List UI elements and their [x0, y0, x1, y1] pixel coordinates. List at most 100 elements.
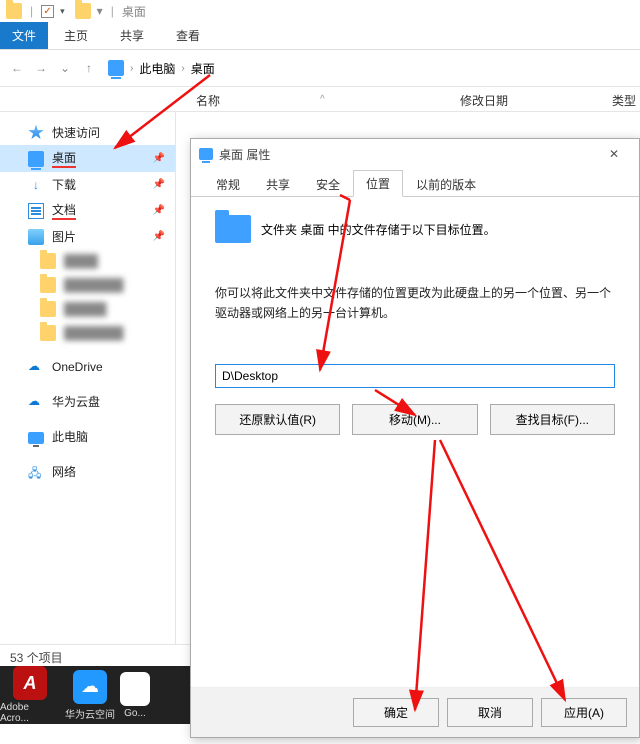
pin-icon: 📌 [153, 153, 165, 164]
breadcrumb-leaf[interactable]: 桌面 [191, 60, 215, 77]
dialog-tabs: 常规 共享 安全 位置 以前的版本 [191, 169, 639, 197]
star-icon [28, 125, 44, 141]
desktop-icon [28, 151, 44, 167]
taskbar-app-google[interactable]: Go... [120, 666, 150, 724]
nav-label: 文档 [52, 201, 76, 220]
qat-overflow[interactable]: ▾ [97, 4, 103, 18]
window-titlebar: | ✓ ▾ ▾ | 桌面 [0, 0, 640, 22]
dialog-titlebar[interactable]: 桌面 属性 ✕ [191, 139, 639, 169]
back-button[interactable]: ← [6, 57, 28, 79]
tab-location[interactable]: 位置 [353, 170, 403, 197]
folder-icon [40, 325, 56, 341]
document-icon [28, 203, 44, 219]
chevron-right-icon: › [130, 63, 133, 74]
folder-icon [40, 253, 56, 269]
nav-label: 图片 [52, 228, 76, 245]
nav-quick-access[interactable]: 快速访问 [0, 120, 175, 145]
tab-share[interactable]: 共享 [253, 171, 303, 197]
nav-onedrive[interactable]: ☁ OneDrive [0, 355, 175, 379]
nav-label: ███████ [64, 326, 124, 340]
nav-label: OneDrive [52, 360, 103, 374]
check-icon[interactable]: ✓ [41, 5, 54, 18]
move-button[interactable]: 移动(M)... [352, 404, 477, 435]
nav-label: █████ [64, 302, 107, 316]
tab-share[interactable]: 共享 [104, 21, 160, 50]
folder-icon [40, 301, 56, 317]
huawei-cloud-icon: ☁ [73, 670, 107, 704]
nav-pinned-folder[interactable]: ████ [0, 249, 175, 273]
chevron-right-icon-2: › [181, 63, 184, 74]
tab-file[interactable]: 文件 [0, 22, 48, 49]
nav-label: 网络 [52, 463, 76, 480]
location-path-input[interactable] [215, 364, 615, 388]
breadcrumb-root[interactable]: 此电脑 [139, 60, 175, 77]
cancel-button[interactable]: 取消 [447, 698, 533, 727]
description-text: 你可以将此文件夹中文件存储的位置更改为此硬盘上的另一个位置、另一个驱动器或网络上… [215, 283, 615, 324]
tab-view[interactable]: 查看 [160, 21, 216, 50]
download-icon: ↓ [28, 177, 44, 193]
pin-icon: 📌 [153, 231, 165, 242]
properties-dialog: 桌面 属性 ✕ 常规 共享 安全 位置 以前的版本 文件夹 桌面 中的文件存储于… [190, 138, 640, 738]
restore-default-button[interactable]: 还原默认值(R) [215, 404, 340, 435]
nav-pinned-folder[interactable]: █████ [0, 297, 175, 321]
address-bar[interactable]: › 此电脑 › 桌面 [108, 60, 215, 77]
nav-label: ████ [64, 254, 98, 268]
pin-icon: 📌 [153, 179, 165, 190]
col-type[interactable]: 类型 [612, 92, 636, 109]
forward-button[interactable]: → [30, 57, 52, 79]
nav-network[interactable]: 🖧网络 [0, 459, 175, 484]
find-target-button[interactable]: 查找目标(F)... [490, 404, 615, 435]
cloud-icon: ☁ [28, 394, 44, 410]
nav-pinned-folder[interactable]: ███████ [0, 321, 175, 345]
folder-icon [6, 3, 22, 19]
ribbon-tabs: 文件 主页 共享 查看 [0, 22, 640, 50]
tab-home[interactable]: 主页 [48, 21, 104, 50]
item-count: 53 个项目 [10, 651, 63, 665]
nav-huawei-cloud[interactable]: ☁ 华为云盘 [0, 389, 175, 414]
up-button[interactable]: ↑ [78, 57, 100, 79]
nav-pictures[interactable]: 图片 📌 [0, 224, 175, 249]
chevron-down-icon[interactable]: ▾ [60, 6, 65, 17]
dialog-title: 桌面 属性 [219, 146, 270, 163]
dialog-footer: 确定 取消 应用(A) [191, 687, 639, 737]
app-label: Adobe Acro... [0, 702, 60, 724]
nav-thispc[interactable]: 此电脑 [0, 424, 175, 449]
nav-pinned-folder[interactable]: ███████ [0, 273, 175, 297]
tab-security[interactable]: 安全 [303, 171, 353, 197]
nav-toolbar: ← → ⌄ ↑ › 此电脑 › 桌面 [0, 50, 640, 86]
nav-label: 快速访问 [52, 124, 100, 141]
separator-2: | [111, 4, 114, 18]
nav-documents[interactable]: 文档 📌 [0, 197, 175, 224]
taskbar-app-huawei[interactable]: ☁ 华为云空间 [60, 666, 120, 724]
tab-previous-versions[interactable]: 以前的版本 [403, 171, 489, 197]
desktop-icon [199, 148, 213, 160]
history-dropdown[interactable]: ⌄ [54, 57, 76, 79]
nav-downloads[interactable]: ↓ 下载 📌 [0, 172, 175, 197]
taskbar-app-adobe[interactable]: A Adobe Acro... [0, 666, 60, 724]
pin-icon: 📌 [153, 205, 165, 216]
thispc-icon [108, 60, 124, 76]
close-button[interactable]: ✕ [597, 142, 631, 166]
apply-button[interactable]: 应用(A) [541, 698, 627, 727]
ok-button[interactable]: 确定 [353, 698, 439, 727]
col-date[interactable]: 修改日期 [460, 92, 508, 109]
sort-indicator: ^ [320, 94, 325, 105]
info-text: 文件夹 桌面 中的文件存储于以下目标位置。 [261, 221, 496, 238]
onedrive-icon: ☁ [28, 359, 44, 375]
nav-label: 桌面 [52, 149, 76, 168]
nav-label: 下载 [52, 176, 76, 193]
column-headers: 名称 ^ 修改日期 类型 [0, 86, 640, 112]
pictures-icon [28, 229, 44, 245]
nav-sidebar: 快速访问 桌面 📌 ↓ 下载 📌 文档 📌 图片 📌 ████ ███████ … [0, 112, 176, 644]
pc-icon [28, 432, 44, 444]
tab-general[interactable]: 常规 [203, 171, 253, 197]
nav-desktop[interactable]: 桌面 📌 [0, 145, 175, 172]
app-label: 华为云空间 [65, 706, 115, 721]
nav-label: 华为云盘 [52, 393, 100, 410]
folder-icon-2 [75, 3, 91, 19]
folder-large-icon [215, 215, 251, 243]
dialog-body: 文件夹 桌面 中的文件存储于以下目标位置。 你可以将此文件夹中文件存储的位置更改… [191, 197, 639, 687]
col-name[interactable]: 名称 [196, 92, 220, 109]
app-icon [120, 672, 150, 706]
nav-label: 此电脑 [52, 428, 88, 445]
